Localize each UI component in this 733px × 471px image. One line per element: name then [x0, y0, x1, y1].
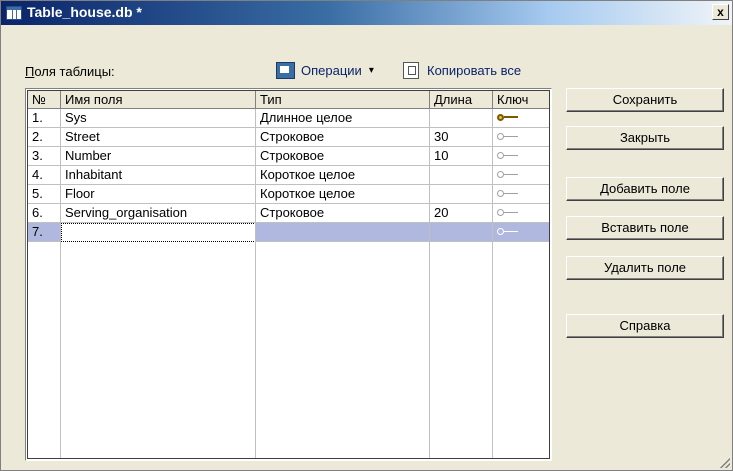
add-field-button[interactable]: Добавить поле	[566, 177, 724, 201]
field-name-cell[interactable]: Street	[61, 128, 256, 147]
field-length-cell[interactable]: 20	[430, 204, 493, 223]
key-icon[interactable]	[497, 152, 519, 160]
save-button[interactable]: Сохранить	[566, 88, 724, 112]
key-icon[interactable]	[497, 209, 519, 217]
resize-grip-icon[interactable]	[720, 458, 730, 468]
table-editor-window: Table_house.db * x Поля таблицы: Операци…	[0, 0, 733, 471]
table-row[interactable]: 4. Inhabitant Короткое целое	[28, 166, 549, 185]
field-type-cell[interactable]: Короткое целое	[256, 185, 430, 204]
copy-all-label: Копировать все	[427, 62, 522, 78]
fields-label: Поля таблицы:	[25, 64, 115, 79]
row-number-cell[interactable]: 7.	[28, 223, 61, 242]
fields-grid-frame: № Имя поля Тип Длина Ключ 1. Sys Длинное ц…	[27, 90, 550, 459]
table-row[interactable]: 5. Floor Короткое целое	[28, 185, 549, 204]
field-type-cell[interactable]	[256, 223, 430, 242]
field-length-cell[interactable]	[430, 223, 493, 242]
row-number-cell[interactable]: 1.	[28, 109, 61, 128]
column-divider	[429, 109, 430, 458]
column-header-key[interactable]: Ключ	[493, 91, 549, 108]
column-header-length[interactable]: Длина	[430, 91, 493, 108]
field-name-cell[interactable]: Sys	[61, 109, 256, 128]
key-cell[interactable]	[493, 204, 549, 223]
key-cell[interactable]	[493, 128, 549, 147]
row-number-cell[interactable]: 2.	[28, 128, 61, 147]
field-type-cell[interactable]: Короткое целое	[256, 166, 430, 185]
field-name-cell[interactable]: Inhabitant	[61, 166, 256, 185]
field-name-cell[interactable]: Floor	[61, 185, 256, 204]
fields-label-accelerator: П	[25, 64, 35, 79]
field-length-cell[interactable]: 10	[430, 147, 493, 166]
window-title: Table_house.db *	[27, 4, 142, 20]
field-type-cell[interactable]: Строковое	[256, 128, 430, 147]
grid-header: № Имя поля Тип Длина Ключ	[28, 91, 549, 109]
column-divider	[255, 109, 256, 458]
field-type-cell[interactable]: Строковое	[256, 204, 430, 223]
field-type-cell[interactable]: Строковое	[256, 147, 430, 166]
row-number-cell[interactable]: 6.	[28, 204, 61, 223]
key-cell[interactable]	[493, 223, 549, 242]
fields-grid[interactable]: № Имя поля Тип Длина Ключ 1. Sys Длинное ц…	[25, 88, 552, 461]
copy-all-button[interactable]: Копировать все	[403, 59, 521, 81]
field-length-cell[interactable]	[430, 166, 493, 185]
operations-menu[interactable]: Операции ▾	[276, 59, 374, 81]
insert-field-button[interactable]: Вставить поле	[566, 216, 724, 240]
table-icon	[6, 6, 22, 20]
chevron-down-icon: ▾	[368, 64, 374, 76]
table-row[interactable]: 7.	[28, 223, 549, 242]
key-icon[interactable]	[497, 171, 519, 179]
key-icon[interactable]	[497, 190, 519, 198]
key-cell[interactable]	[493, 166, 549, 185]
grid-rows: 1. Sys Длинное целое 2. Street Строковое 30 3. N…	[28, 109, 549, 242]
table-row[interactable]: 1. Sys Длинное целое	[28, 109, 549, 128]
delete-field-button[interactable]: Удалить поле	[566, 256, 724, 280]
field-length-cell[interactable]	[430, 109, 493, 128]
title-bar[interactable]: Table_house.db * x	[1, 1, 732, 25]
field-name-cell[interactable]: Serving_organisation	[61, 204, 256, 223]
operations-icon	[276, 61, 295, 79]
column-header-type[interactable]: Тип	[256, 91, 430, 108]
copy-icon	[403, 61, 419, 79]
table-row[interactable]: 6. Serving_organisation Строковое 20	[28, 204, 549, 223]
field-length-cell[interactable]: 30	[430, 128, 493, 147]
help-button[interactable]: Справка	[566, 314, 724, 338]
key-cell[interactable]	[493, 147, 549, 166]
field-type-cell[interactable]: Длинное целое	[256, 109, 430, 128]
key-icon[interactable]	[497, 133, 519, 141]
field-name-cell[interactable]	[61, 223, 256, 242]
key-icon[interactable]	[497, 114, 519, 122]
key-icon[interactable]	[497, 228, 519, 236]
operations-label: Операции	[301, 62, 362, 78]
column-header-name[interactable]: Имя поля	[61, 91, 256, 108]
field-name-cell[interactable]: Number	[61, 147, 256, 166]
close-window-button[interactable]: x	[712, 4, 729, 20]
field-length-cell[interactable]	[430, 185, 493, 204]
column-divider	[60, 109, 61, 458]
close-button[interactable]: Закрыть	[566, 126, 724, 150]
key-cell[interactable]	[493, 185, 549, 204]
fields-label-text: оля таблицы:	[34, 64, 115, 79]
table-row[interactable]: 2. Street Строковое 30	[28, 128, 549, 147]
row-number-cell[interactable]: 5.	[28, 185, 61, 204]
column-divider	[492, 109, 493, 458]
key-cell[interactable]	[493, 109, 549, 128]
table-row[interactable]: 3. Number Строковое 10	[28, 147, 549, 166]
row-number-cell[interactable]: 4.	[28, 166, 61, 185]
row-number-cell[interactable]: 3.	[28, 147, 61, 166]
column-header-number[interactable]: №	[28, 91, 61, 108]
